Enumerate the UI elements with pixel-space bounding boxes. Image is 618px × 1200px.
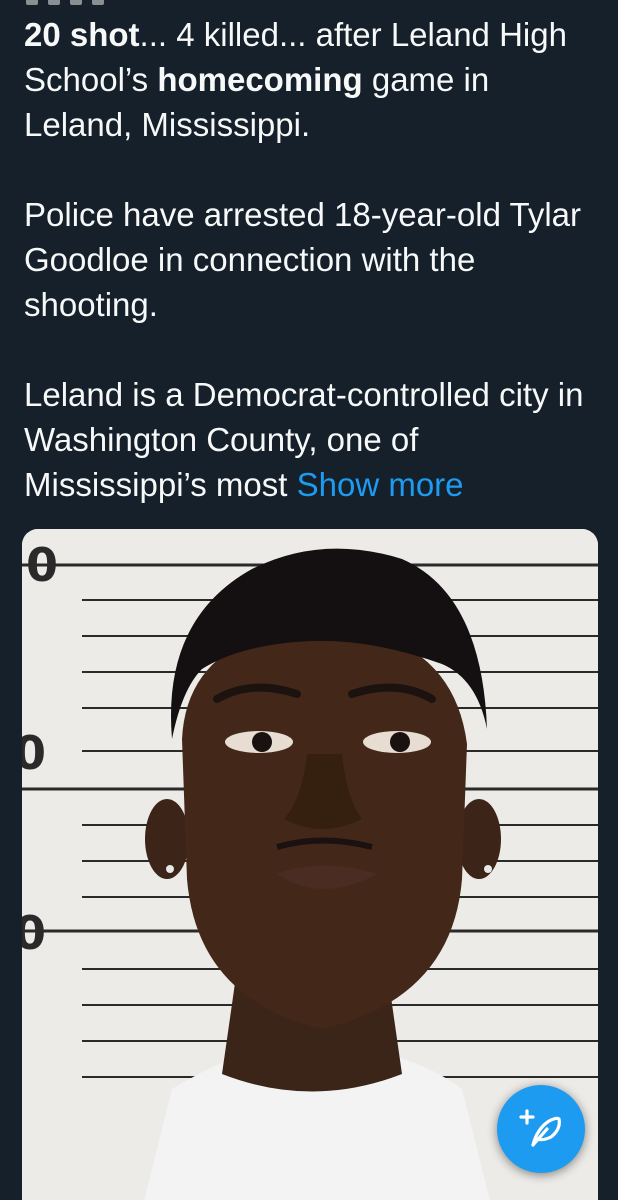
tweet-detail-screen: 20 shot... 4 killed... after Leland High… xyxy=(0,0,618,1200)
right-earring-icon xyxy=(484,865,492,873)
height-label: 0 xyxy=(22,726,46,780)
left-pupil xyxy=(252,732,272,752)
height-label: 0 xyxy=(26,538,58,592)
left-earring-icon xyxy=(166,865,174,873)
compose-button[interactable] xyxy=(497,1085,585,1173)
tweet-bold-word: homecoming xyxy=(157,61,363,98)
show-more-link[interactable]: Show more xyxy=(297,466,464,503)
tweet-paragraph-1: 20 shot... 4 killed... after Leland High… xyxy=(24,12,594,147)
height-label: 0 xyxy=(22,906,46,960)
compose-feather-plus-icon xyxy=(519,1109,561,1147)
tweet-text: 20 shot... 4 killed... after Leland High… xyxy=(24,12,594,507)
tweet-bold-lead: 20 shot xyxy=(24,16,140,53)
tweet-paragraph-2: Police have arrested 18-year-old Tylar G… xyxy=(24,196,582,323)
clipped-top-emoji-icons xyxy=(26,0,104,5)
tweet-paragraph-3: Leland is a Democrat-controlled city in … xyxy=(24,372,594,507)
right-pupil xyxy=(390,732,410,752)
